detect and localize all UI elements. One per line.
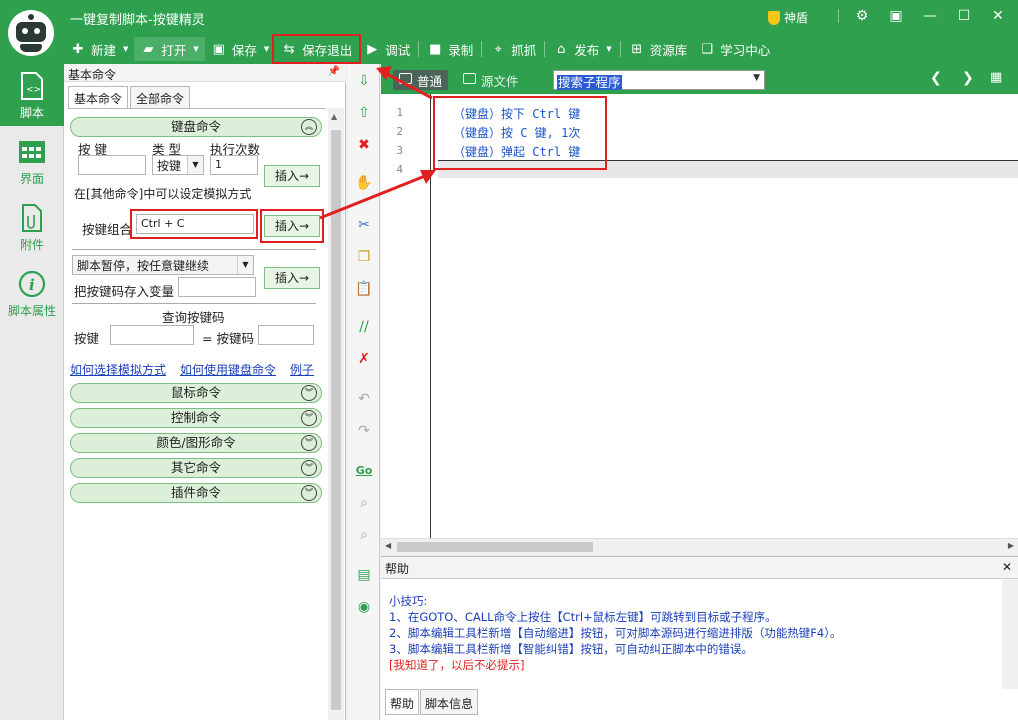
- close-icon[interactable]: ✕: [1002, 560, 1012, 574]
- help-tip-title: 小技巧:: [389, 594, 428, 608]
- help-title-bar: 帮助 ✕: [381, 557, 1018, 579]
- tab-help[interactable]: 帮助: [385, 689, 420, 715]
- help-tip: 3、脚本编辑工具栏新增【智能纠错】按钮，可自动纠正脚本中的错误。: [389, 642, 753, 656]
- tab-script-info[interactable]: 脚本信息: [420, 689, 479, 715]
- help-tip: 1、在GOTO、CALL命令上按住【Ctrl+鼠标左键】可跳转到目标或子程序。: [389, 610, 777, 624]
- help-tip: 2、脚本编辑工具栏新增【自动缩进】按钮，可对脚本源码进行缩进排版（功能热键F4）…: [389, 626, 842, 640]
- help-title-text: 帮助: [385, 562, 410, 576]
- help-scrollbar[interactable]: [1002, 579, 1018, 689]
- help-pane: 帮助 ✕ 小技巧: 1、在GOTO、CALL命令上按住【Ctrl+鼠标左键】可跳…: [381, 556, 1018, 720]
- dismiss-tip-link[interactable]: [我知道了，以后不必提示]: [389, 657, 524, 673]
